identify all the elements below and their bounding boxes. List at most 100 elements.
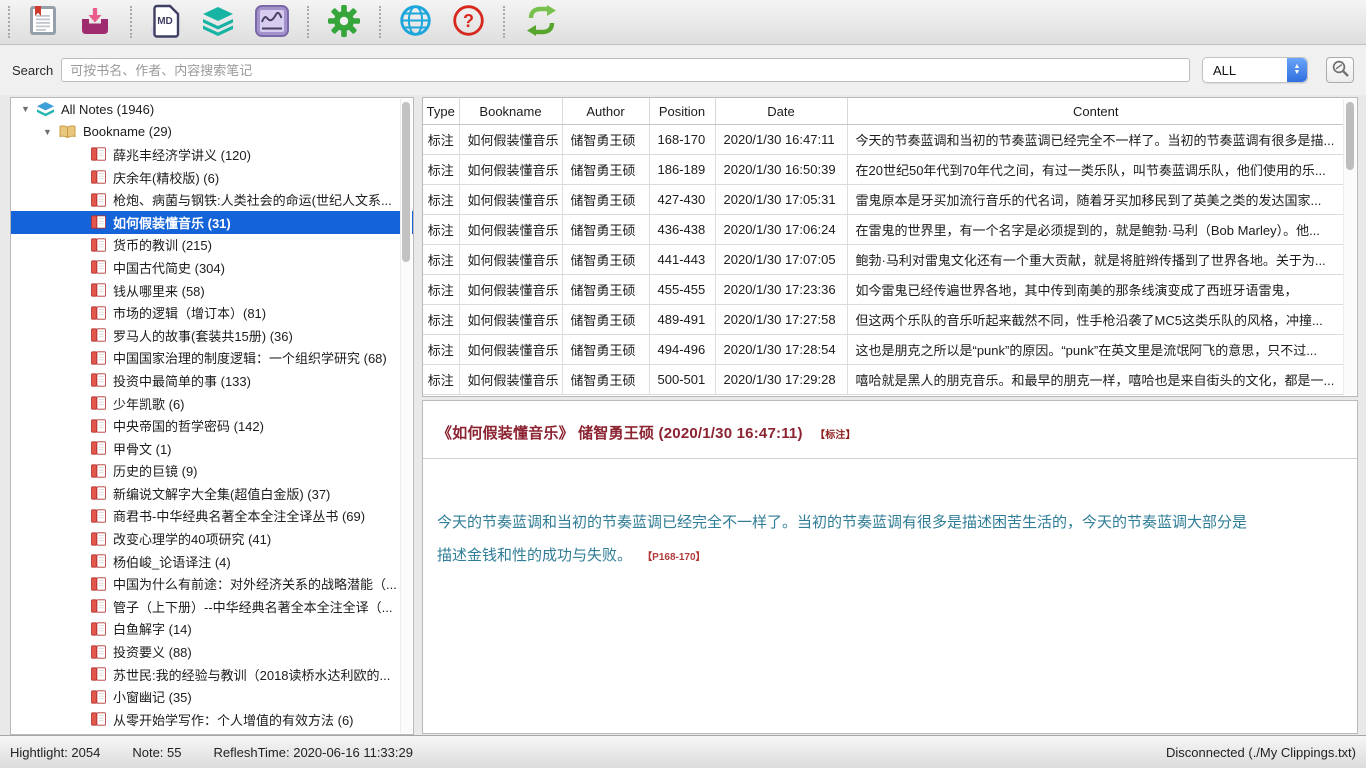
sidebar-book-item[interactable]: 白鱼解字 (14): [11, 618, 413, 641]
book-item-label: 钱从哪里来 (58): [113, 281, 205, 300]
sidebar-book-item[interactable]: 市场的逻辑（增订本）(81): [11, 301, 413, 324]
note-cell-position: 427-430: [649, 185, 715, 215]
sidebar-book-item[interactable]: 钱从哪里来 (58): [11, 279, 413, 302]
sidebar-book-item[interactable]: 商君书-中华经典名著全本全注全译丛书 (69): [11, 505, 413, 528]
sidebar-book-item[interactable]: 如何假装懂音乐 (31): [11, 211, 413, 234]
search-filter-dropdown[interactable]: ALL ▲▼: [1202, 57, 1308, 83]
note-cell-bookname: 如何假装懂音乐: [459, 185, 562, 215]
web-button[interactable]: [397, 2, 434, 42]
sidebar-book-item[interactable]: 货币的教训 (215): [11, 234, 413, 257]
note-cell-author: 储智勇王硕: [562, 245, 649, 275]
chart-button[interactable]: [253, 3, 291, 42]
sidebar-book-item[interactable]: 投资要义 (88): [11, 640, 413, 663]
note-row[interactable]: 标注如何假装懂音乐储智勇王硕494-4962020/1/30 17:28:54这…: [423, 335, 1344, 365]
sidebar-book-item[interactable]: 投资中最简单的事 (133): [11, 369, 413, 392]
sidebar-book-item[interactable]: 历史的巨镜 (9): [11, 460, 413, 483]
globe-icon: [399, 4, 432, 40]
sidebar-book-item[interactable]: 庆余年(精校版) (6): [11, 166, 413, 189]
notes-stack-icon: [37, 102, 54, 117]
scrollbar-thumb[interactable]: [1346, 102, 1354, 170]
note-row[interactable]: 标注如何假装懂音乐储智勇王硕436-4382020/1/30 17:06:24在…: [423, 215, 1344, 245]
sidebar-book-item[interactable]: 中国为什么有前途：对外经济关系的战略潜能（...: [11, 572, 413, 595]
sidebar-book-item[interactable]: 中央帝国的哲学密码 (142): [11, 414, 413, 437]
toolbar-separator: [130, 6, 132, 38]
column-header-content[interactable]: Content: [847, 98, 1344, 125]
disclosure-triangle-icon[interactable]: ▼: [43, 127, 59, 137]
layers-button[interactable]: [199, 4, 237, 41]
book-item-label: 中国古代简史 (304): [113, 258, 225, 277]
toolbar-separator: [307, 6, 309, 38]
search-input[interactable]: [61, 58, 1190, 82]
connection-status: Disconnected (./My Clippings.txt): [1166, 745, 1356, 760]
note-cell-position: 436-438: [649, 215, 715, 245]
note-cell-bookname: 如何假装懂音乐: [459, 275, 562, 305]
sidebar-item-bookname[interactable]: ▼ Bookname (29): [11, 121, 413, 144]
column-header-bookname[interactable]: Bookname: [459, 98, 562, 125]
note-cell-position: 441-443: [649, 245, 715, 275]
settings-button[interactable]: [325, 2, 363, 43]
svg-text:MD: MD: [157, 16, 173, 27]
import-button[interactable]: [76, 4, 114, 41]
note-detail-body: 今天的节奏蓝调和当初的节奏蓝调已经完全不一样了。当初的节奏蓝调有很多是描述困苦生…: [437, 506, 1251, 574]
note-cell-author: 储智勇王硕: [562, 365, 649, 395]
sidebar-book-item[interactable]: 甲骨文 (1): [11, 437, 413, 460]
note-row[interactable]: 标注如何假装懂音乐储智勇王硕500-5012020/1/30 17:29:28嘻…: [423, 365, 1344, 395]
sidebar-book-item[interactable]: 薛兆丰经济学讲义 (120): [11, 143, 413, 166]
layers-icon: [201, 6, 235, 39]
note-row[interactable]: 标注如何假装懂音乐储智勇王硕441-4432020/1/30 17:07:05鲍…: [423, 245, 1344, 275]
sidebar-book-item[interactable]: 枪炮、病菌与钢铁:人类社会的命运(世纪人文系...: [11, 188, 413, 211]
book-icon: [91, 554, 106, 568]
book-item-label: 从零开始学写作：个人增值的有效方法 (6): [113, 710, 354, 729]
column-header-author[interactable]: Author: [562, 98, 649, 125]
sidebar-book-item[interactable]: 小窗幽记 (35): [11, 685, 413, 708]
toolbar: MD ?: [0, 0, 1366, 45]
sidebar-book-item[interactable]: 罗马人的故事(套装共15册) (36): [11, 324, 413, 347]
column-header-date[interactable]: Date: [715, 98, 847, 125]
note-row[interactable]: 标注如何假装懂音乐储智勇王硕427-4302020/1/30 17:05:31雷…: [423, 185, 1344, 215]
scrollbar-thumb[interactable]: [402, 102, 410, 262]
note-cell-bookname: 如何假装懂音乐: [459, 335, 562, 365]
note-row[interactable]: 标注如何假装懂音乐储智勇王硕168-1702020/1/30 16:47:11今…: [423, 125, 1344, 155]
column-header-type[interactable]: Type: [423, 98, 459, 125]
book-item-label: 管子（上下册）--中华经典名著全本全注全译（...: [113, 597, 393, 616]
note-cell-content: 在20世纪50年代到70年代之间，有过一类乐队，叫节奏蓝调乐队，他们使用的乐..…: [847, 155, 1344, 185]
document-button[interactable]: [26, 3, 60, 42]
note-cell-author: 储智勇王硕: [562, 305, 649, 335]
sidebar-book-item[interactable]: 从零开始学写作：个人增值的有效方法 (6): [11, 708, 413, 731]
note-row[interactable]: 标注如何假装懂音乐储智勇王硕455-4552020/1/30 17:23:36如…: [423, 275, 1344, 305]
note-cell-content: 雷鬼原本是牙买加流行音乐的代名词，随着牙买加移民到了英美之类的发达国家...: [847, 185, 1344, 215]
sidebar-book-item[interactable]: 管子（上下册）--中华经典名著全本全注全译（...: [11, 595, 413, 618]
sidebar-book-item[interactable]: 新编说文解字大全集(超值白金版) (37): [11, 482, 413, 505]
sidebar-book-item[interactable]: 杨伯峻_论语译注 (4): [11, 550, 413, 573]
note-cell-bookname: 如何假装懂音乐: [459, 215, 562, 245]
book-item-label: 历史的巨镜 (9): [113, 461, 198, 480]
sidebar-item-all-notes[interactable]: ▼ All Notes (1946): [11, 98, 413, 121]
sidebar-book-item[interactable]: 中国国家治理的制度逻辑：一个组织学研究 (68): [11, 347, 413, 370]
status-bar: Hightlight: 2054 Note: 55 RefleshTime: 2…: [0, 735, 1366, 768]
note-detail-title: 《如何假装懂音乐》 储智勇王硕 (2020/1/30 16:47:11) 【标注…: [437, 422, 1343, 443]
sidebar-book-item[interactable]: 少年凯歌 (6): [11, 392, 413, 415]
note-cell-date: 2020/1/30 17:28:54: [715, 335, 847, 365]
sidebar-book-item[interactable]: 苏世民:我的经验与教训（2018读桥水达利欧的...: [11, 663, 413, 686]
column-header-position[interactable]: Position: [649, 98, 715, 125]
table-scrollbar[interactable]: [1343, 99, 1356, 395]
toolbar-separator: [503, 6, 505, 38]
note-cell-bookname: 如何假装懂音乐: [459, 245, 562, 275]
sidebar-scrollbar[interactable]: [400, 99, 412, 733]
gear-icon: [327, 4, 361, 41]
help-button[interactable]: ?: [450, 2, 487, 42]
book-icon: [91, 328, 106, 342]
note-body-text: 今天的节奏蓝调和当初的节奏蓝调已经完全不一样了。当初的节奏蓝调有很多是描述困苦生…: [437, 514, 1247, 564]
app-window: MD ?: [0, 0, 1366, 768]
refresh-button[interactable]: [521, 3, 562, 41]
book-item-label: 薛兆丰经济学讲义 (120): [113, 145, 251, 164]
note-row[interactable]: 标注如何假装懂音乐储智勇王硕489-4912020/1/30 17:27:58但…: [423, 305, 1344, 335]
sidebar-book-item[interactable]: 改变心理学的40项研究 (41): [11, 527, 413, 550]
note-cell-type: 标注: [423, 335, 459, 365]
search-button[interactable]: [1326, 57, 1354, 83]
disclosure-triangle-icon[interactable]: ▼: [21, 104, 37, 114]
note-title-text: 《如何假装懂音乐》 储智勇王硕 (2020/1/30 16:47:11): [437, 425, 803, 442]
note-row[interactable]: 标注如何假装懂音乐储智勇王硕186-1892020/1/30 16:50:39在…: [423, 155, 1344, 185]
sidebar-book-item[interactable]: 中国古代简史 (304): [11, 256, 413, 279]
markdown-button[interactable]: MD: [148, 2, 183, 43]
